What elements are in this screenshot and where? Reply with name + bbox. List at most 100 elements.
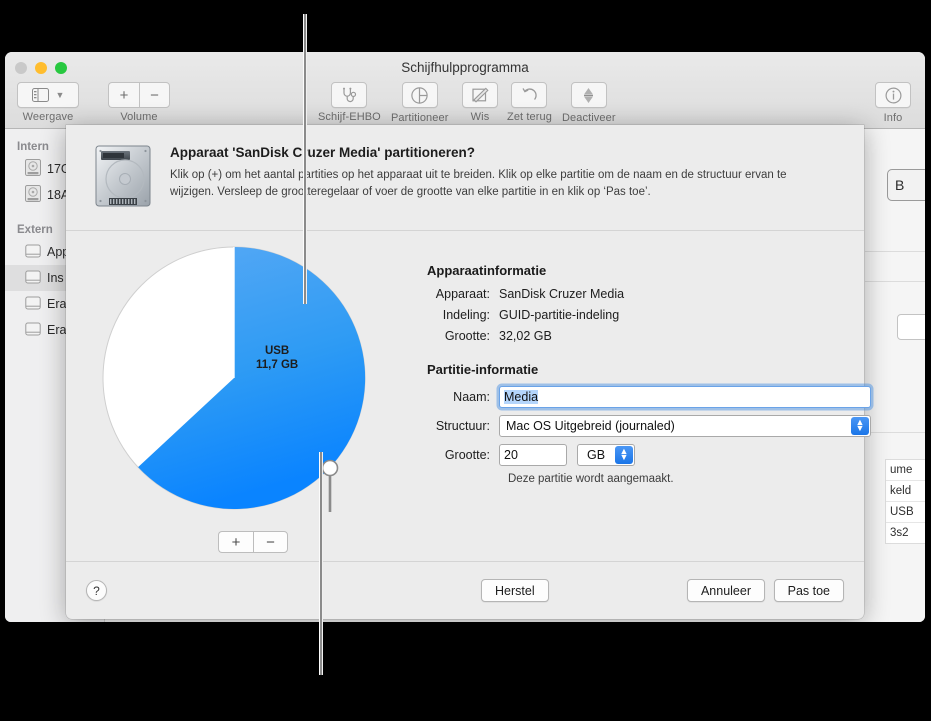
sheet-title: Apparaat 'SanDisk Cruzer Media' partitio…: [170, 145, 475, 160]
first-aid-button[interactable]: [331, 82, 368, 108]
toolbar-group-first-aid: Schijf-EHBO: [318, 82, 381, 123]
chevron-down-icon: ▼: [55, 90, 65, 100]
device-label-grootte: Grootte:: [444, 329, 490, 343]
callout-line-bottom: [319, 452, 323, 675]
remove-partition-button[interactable]: −: [253, 531, 288, 553]
toolbar-group-restore: Zet terug: [507, 82, 552, 123]
external-disk-icon: [25, 321, 41, 340]
view-button[interactable]: ▼: [17, 82, 79, 108]
divider: [865, 251, 925, 252]
apply-button[interactable]: Pas toe: [773, 579, 844, 602]
device-value-indeling: GUID-partitie-indeling: [499, 308, 620, 322]
partition-size-unit-select[interactable]: GB ▲ ▼: [577, 444, 635, 466]
table-row: USB: [886, 502, 925, 523]
restore-label: Zet terug: [507, 111, 552, 123]
device-value-grootte: 32,02 GB: [499, 329, 552, 343]
partition-format-value: Mac OS Uitgebreid (journaled): [506, 419, 675, 433]
partition-format-select[interactable]: Mac OS Uitgebreid (journaled) ▲ ▼: [499, 415, 871, 437]
partition-size-label: Grootte:: [444, 448, 490, 462]
info-button[interactable]: [875, 82, 911, 108]
erase-button[interactable]: [462, 82, 498, 108]
device-label-apparaat: Apparaat:: [435, 287, 490, 301]
volume-segmented-control: + −: [108, 82, 170, 108]
partition-size-unit-value: GB: [587, 448, 606, 462]
help-button[interactable]: ?: [86, 580, 107, 601]
pie-label-media: Media 20 GB: [142, 402, 176, 429]
external-disk-icon: [25, 243, 41, 262]
partition-size-value: 20: [504, 448, 518, 462]
window-titlebar: Schijfhulpprogramma ▼ Weergave + − Volum…: [5, 52, 925, 129]
chevron-updown-icon: ▲ ▼: [615, 446, 633, 464]
view-label: Weergave: [22, 111, 74, 123]
partition-hint: Deze partitie wordt aangemaakt.: [508, 473, 674, 485]
toolbar-group-unmount: Deactiveer: [562, 82, 616, 124]
internal-disk-icon: [25, 159, 41, 179]
screenshot-root: Schijfhulpprogramma ▼ Weergave + − Volum…: [0, 0, 931, 721]
device-row-indeling: Indeling: GUID-partitie-indeling: [427, 308, 871, 322]
chevron-updown-icon: ▲ ▼: [851, 417, 869, 435]
background-size-box: B: [887, 169, 925, 201]
volume-label: Volume: [120, 111, 158, 123]
add-partition-button[interactable]: +: [218, 531, 253, 553]
partition-info-title: Partitie-informatie: [427, 362, 539, 377]
sheet-body: USB 11,7 GB Media 20 GB + − Apparaatinfo…: [66, 231, 871, 561]
undo-arrow-icon: [521, 87, 538, 103]
cancel-button[interactable]: Annuleer: [686, 579, 765, 602]
partition-sheet: Apparaat 'SanDisk Cruzer Media' partitio…: [66, 125, 871, 619]
restore-button[interactable]: [511, 82, 548, 108]
toolbar-group-erase: Wis: [462, 82, 498, 123]
external-disk-icon: [25, 269, 41, 288]
internal-disk-icon: [25, 185, 41, 205]
hard-disk-icon: [92, 143, 154, 214]
partition-format-label: Structuur:: [435, 419, 490, 433]
unmount-button[interactable]: [570, 82, 607, 108]
partition-size-input[interactable]: 20: [499, 444, 567, 466]
pie-label-usb: USB 11,7 GB: [256, 345, 299, 372]
partition-name-label: Naam:: [453, 390, 490, 404]
info-circle-icon: [884, 86, 902, 104]
device-info-title: Apparaatinformatie: [427, 263, 547, 278]
volume-add-button[interactable]: +: [108, 82, 139, 108]
toolbar-group-info: Info: [875, 82, 911, 124]
first-aid-label: Schijf-EHBO: [318, 111, 381, 123]
stethoscope-icon: [341, 87, 358, 103]
toolbar-group-partition: Partitioneer: [391, 82, 448, 124]
partition-button[interactable]: [401, 82, 438, 108]
external-disk-icon: [25, 295, 41, 314]
erase-pencil-icon: [471, 87, 489, 103]
divider: [865, 432, 925, 433]
device-label-indeling: Indeling:: [442, 308, 490, 322]
background-info-table: ume keld USB 3s2: [885, 459, 925, 544]
sidebar-icon: [31, 88, 49, 102]
sheet-footer: ? Herstel Annuleer Pas toe: [66, 561, 864, 619]
device-row-grootte: Grootte: 32,02 GB: [427, 329, 871, 343]
partition-form-column: Apparaatinformatie Apparaat: SanDisk Cru…: [392, 241, 871, 561]
disk-utility-window: Schijfhulpprogramma ▼ Weergave + − Volum…: [5, 52, 925, 622]
callout-line-top: [303, 14, 307, 304]
eject-icon: [581, 87, 596, 104]
partition-row-format: Structuur: Mac OS Uitgebreid (journaled)…: [427, 415, 871, 437]
device-row-apparaat: Apparaat: SanDisk Cruzer Media: [427, 287, 871, 301]
background-field: [897, 314, 925, 340]
table-row: 3s2: [890, 527, 909, 539]
info-label: Info: [883, 111, 903, 124]
unmount-label: Deactiveer: [562, 111, 616, 124]
pie-chart-icon: [411, 86, 428, 104]
partition-add-remove-control: + −: [218, 531, 288, 553]
partition-row-name: Naam: Media: [427, 386, 871, 408]
erase-label: Wis: [470, 111, 490, 123]
partition-pie-chart[interactable]: USB 11,7 GB Media 20 GB: [100, 244, 368, 512]
toolbar-group-volume: + − Volume: [108, 82, 170, 123]
partition-label: Partitioneer: [391, 111, 449, 124]
volume-remove-button[interactable]: −: [139, 82, 170, 108]
sidebar-item-label: Era: [47, 323, 67, 337]
partition-name-input[interactable]: Media: [499, 386, 871, 408]
restore-button[interactable]: Herstel: [481, 579, 549, 602]
divider: [865, 281, 925, 282]
table-row: ume: [886, 460, 925, 481]
sheet-description: Klik op (+) om het aantal partities op h…: [170, 169, 787, 198]
table-row: keld: [886, 481, 925, 502]
window-title: Schijfhulpprogramma: [401, 60, 529, 75]
pie-svg: [102, 246, 366, 510]
sidebar-item-label: Ins: [47, 271, 64, 285]
